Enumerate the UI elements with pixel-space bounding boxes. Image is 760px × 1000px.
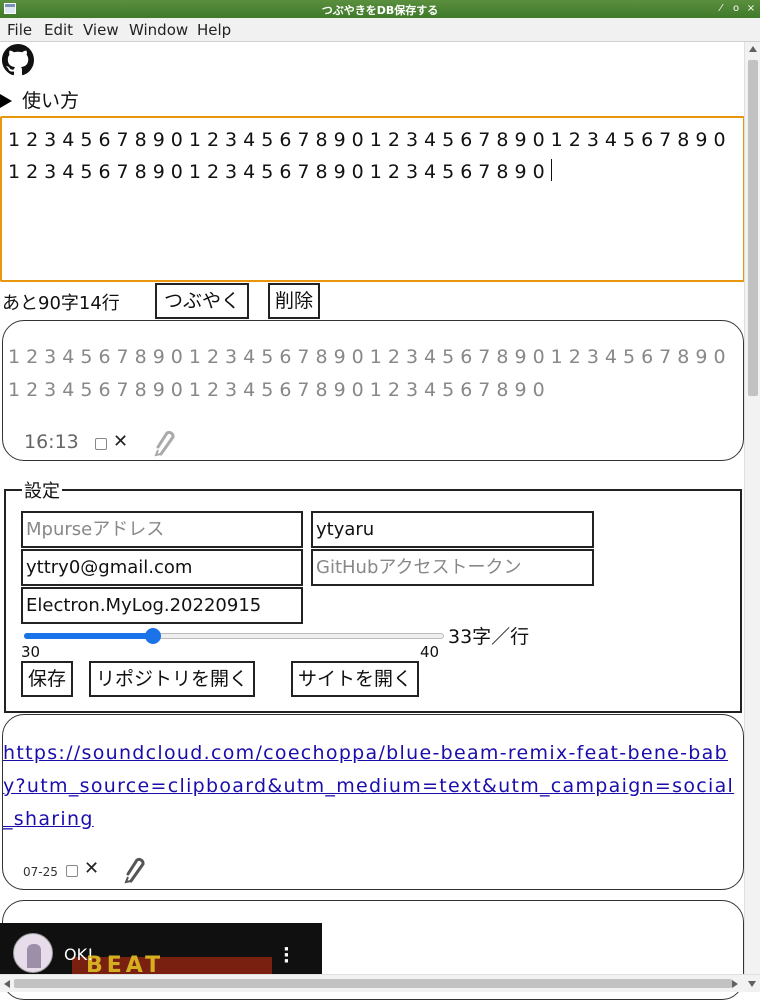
slider-knob[interactable] [145,628,161,644]
post-card: https://soundcloud.com/coechoppa/blue-be… [2,714,744,890]
post-delete-icon[interactable]: ✕ [84,858,99,879]
text-caret [550,159,552,181]
menu-window[interactable]: Window [129,21,188,39]
vertical-scrollbar[interactable] [744,42,760,974]
email-input[interactable]: yttry0@gmail.com [21,549,303,586]
vertical-scroll-thumb[interactable] [748,60,758,396]
scroll-down-icon[interactable] [748,981,756,987]
scroll-right-icon[interactable] [732,980,738,988]
menu-bar: File Edit View Window Help [0,18,760,42]
paperclip-icon[interactable] [154,429,180,457]
tweet-textarea-value: 1234567890123456789012345678901234567890… [8,129,732,183]
title-bar: つぶやきをDB保存する ⁄ o × [0,0,760,18]
window-title: つぶやきをDB保存する [321,4,439,17]
help-toggle-label: 使い方 [22,90,80,112]
post-link[interactable]: https://soundcloud.com/coechoppa/blue-be… [3,737,743,836]
open-site-button[interactable]: サイトを開く [291,661,420,697]
post-time: 16:13 [24,431,79,453]
video-thumbnail: BEAT [72,953,272,974]
more-options-icon[interactable]: · · · [283,941,290,971]
close-window-button[interactable]: × [744,2,758,16]
tweet-textarea[interactable]: 1234567890123456789012345678901234567890… [0,116,745,282]
username-input[interactable]: ytyaru [311,511,594,548]
minimize-button[interactable]: ⁄ [714,2,728,16]
disclosure-triangle-icon [0,94,12,108]
embedded-video[interactable]: BEAT OK! · · · [0,923,322,974]
menu-file[interactable]: File [7,21,32,39]
chars-per-line-label: 33字／行 [448,626,530,648]
slider-max-label: 40 [420,643,440,661]
horizontal-scroll-thumb[interactable] [14,979,732,988]
scroll-left-icon[interactable] [4,980,10,988]
horizontal-scrollbar[interactable] [0,974,760,992]
settings-legend: 設定 [24,481,60,502]
slider-min-label: 30 [21,643,41,661]
open-repository-button[interactable]: リポジトリを開く [89,661,256,697]
post-delete-icon[interactable]: ✕ [113,431,128,452]
slider-fill [24,633,153,639]
channel-avatar[interactable] [13,933,53,973]
save-button[interactable]: 保存 [21,661,74,697]
post-checkbox[interactable] [66,865,78,877]
delete-button[interactable]: 削除 [268,283,321,319]
post-card: 1234567890123456789012345678901234567890… [2,320,744,461]
menu-edit[interactable]: Edit [44,21,73,39]
github-icon[interactable] [2,44,34,76]
post-checkbox[interactable] [95,438,107,450]
video-title[interactable]: OK! [64,945,94,964]
video-thumbnail-text: BEAT [86,953,165,974]
repository-input[interactable]: Electron.MyLog.20220915 [21,587,303,624]
chars-per-line-slider[interactable] [24,628,444,644]
github-token-input[interactable]: GitHubアクセストークン [311,549,594,586]
tweet-button[interactable]: つぶやく [155,283,250,319]
menu-help[interactable]: Help [197,21,231,39]
post-time: 07-25 [23,865,58,879]
maximize-button[interactable]: o [729,2,743,16]
paperclip-icon[interactable] [124,855,150,885]
menu-view[interactable]: View [83,21,119,39]
mpurse-address-input[interactable]: Mpurseアドレス [21,511,303,548]
help-toggle[interactable]: 使い方 [0,86,79,113]
post-text: 1234567890123456789012345678901234567890… [8,346,732,401]
remaining-counter: あと90字14行 [2,293,120,314]
scroll-up-icon[interactable] [749,46,757,52]
